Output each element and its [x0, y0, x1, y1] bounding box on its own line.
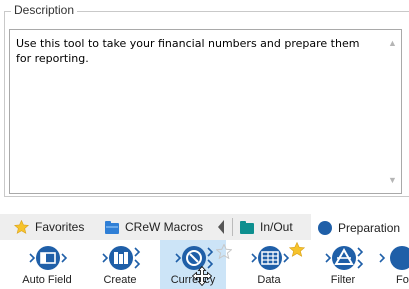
formula-icon: [379, 246, 409, 270]
favorite-star-outline-icon[interactable]: [216, 244, 232, 259]
description-textarea[interactable]: Use this tool to take your financial num…: [9, 29, 402, 194]
tool-filter[interactable]: Filter: [310, 240, 376, 289]
tab-favorites-label: Favorites: [35, 220, 85, 234]
scroll-down-icon[interactable]: ▼: [384, 172, 401, 188]
folder-icon: [240, 220, 254, 234]
tab-preparation[interactable]: Preparation: [311, 214, 409, 240]
tool-palette-tabbar: Favorites CReW Macros In/Out Preparation: [0, 214, 409, 240]
tab-crew-macros-label: CReW Macros: [125, 220, 204, 234]
tool-data-label: Data: [257, 274, 281, 286]
folder-icon: [105, 220, 119, 234]
circle-icon: [318, 221, 332, 235]
alteryx-configuration-panel: Description Use this tool to take your f…: [0, 0, 409, 289]
auto-field-icon: [29, 246, 68, 270]
data-cleansing-icon: [251, 246, 290, 270]
star-icon: [14, 220, 29, 234]
scroll-up-icon[interactable]: ▲: [384, 35, 401, 51]
tab-favorites[interactable]: Favorites: [14, 214, 84, 240]
tab-crew-macros[interactable]: CReW Macros: [105, 214, 203, 240]
filter-icon: [325, 246, 364, 270]
tab-scroll-left-button[interactable]: [210, 217, 232, 237]
tool-data[interactable]: Data: [236, 240, 305, 289]
tool-create[interactable]: Create: [87, 240, 153, 289]
tool-formula[interactable]: Fo: [378, 240, 409, 289]
description-legend: Description: [11, 3, 78, 17]
tab-preparation-label: Preparation: [338, 221, 401, 235]
chevron-left-icon: [218, 220, 224, 234]
vertical-scrollbar[interactable]: ▲ ▼: [384, 30, 401, 193]
tab-in-out-label: In/Out: [260, 220, 293, 234]
description-text[interactable]: Use this tool to take your financial num…: [16, 36, 361, 66]
tab-in-out[interactable]: In/Out: [240, 214, 293, 240]
tool-create-label: Create: [103, 274, 137, 286]
tool-filter-label: Filter: [330, 274, 356, 286]
create-samples-icon: [102, 246, 141, 270]
tool-auto-field[interactable]: Auto Field: [14, 240, 80, 289]
favorite-star-icon[interactable]: [289, 242, 305, 257]
tab-divider: [232, 218, 233, 236]
tool-formula-label: Fo: [396, 274, 409, 286]
move-cursor-icon: [192, 266, 212, 286]
tool-auto-field-label: Auto Field: [22, 274, 72, 286]
